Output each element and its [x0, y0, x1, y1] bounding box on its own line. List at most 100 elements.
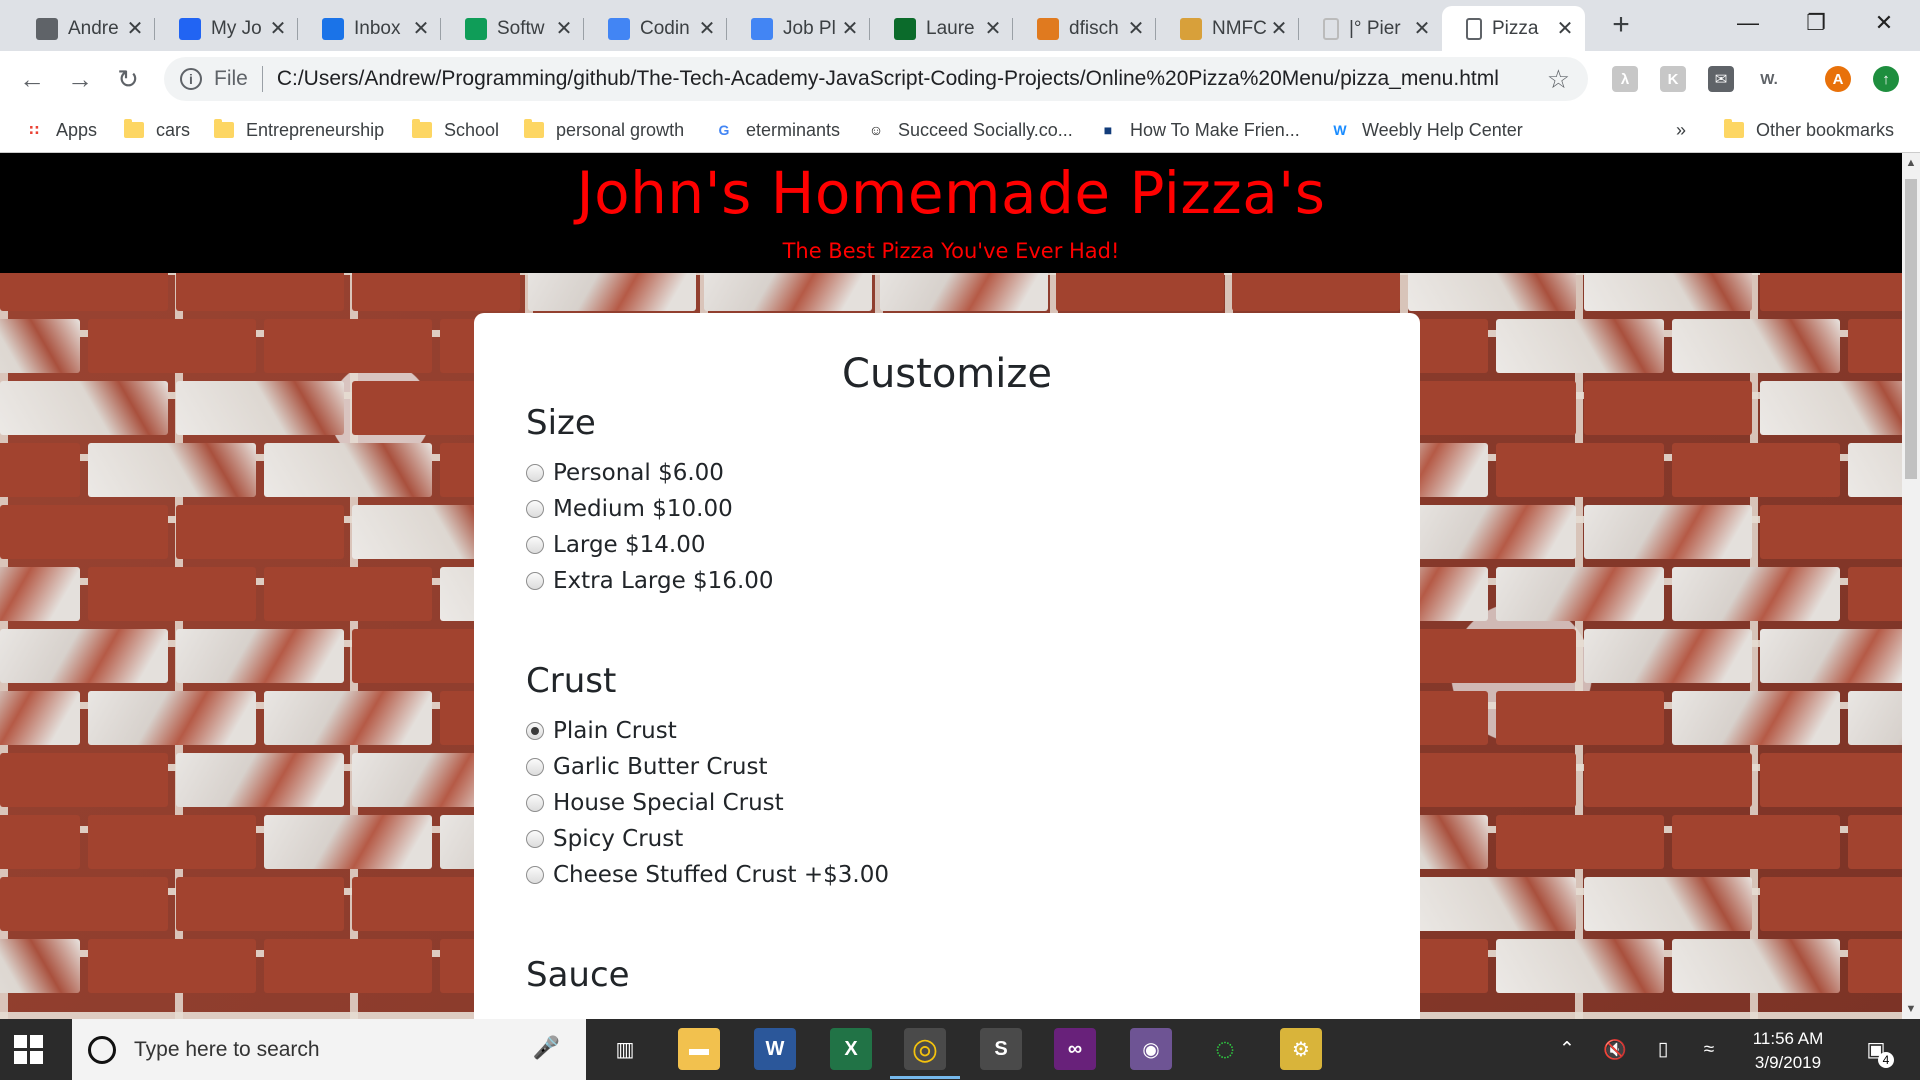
- volume-muted-icon[interactable]: 🔇: [1600, 1019, 1630, 1080]
- brick: [0, 505, 168, 559]
- address-bar[interactable]: i File C:/Users/Andrew/Programming/githu…: [164, 57, 1588, 101]
- radio-button[interactable]: [526, 866, 544, 884]
- browser-tab[interactable]: My Jo ✕: [155, 6, 298, 51]
- bookmark-item[interactable]: personal growth: [524, 115, 684, 145]
- radio-option[interactable]: Personal $6.00: [526, 455, 1368, 491]
- bookmarks-overflow-button[interactable]: »: [1676, 115, 1686, 145]
- bookmark-item[interactable]: cars: [124, 115, 190, 145]
- microphone-icon[interactable]: 🎤: [533, 1035, 560, 1061]
- w-extension-icon[interactable]: W.: [1756, 66, 1782, 92]
- tab-title: My Jo: [211, 17, 262, 39]
- restore-button[interactable]: ❐: [1786, 6, 1846, 40]
- file-explorer-icon[interactable]: ▬: [678, 1028, 720, 1070]
- tab-close-icon[interactable]: ✕: [697, 16, 717, 41]
- tab-close-icon[interactable]: ✕: [1269, 16, 1289, 41]
- spinner-app-icon[interactable]: ◌: [1204, 1028, 1246, 1070]
- new-tab-button[interactable]: +: [1606, 8, 1636, 42]
- update-arrow-icon[interactable]: ↑: [1873, 66, 1899, 92]
- radio-button[interactable]: [526, 464, 544, 482]
- profile-avatar[interactable]: A: [1825, 66, 1851, 92]
- bookmark-item[interactable]: ∷ Apps: [24, 115, 97, 145]
- radio-option[interactable]: Large $14.00: [526, 527, 1368, 563]
- bookmark-star-icon[interactable]: ☆: [1547, 64, 1570, 95]
- folder-icon: [1724, 119, 1744, 138]
- info-icon[interactable]: i: [180, 68, 202, 90]
- github-desktop-icon[interactable]: ◉: [1130, 1028, 1172, 1070]
- brick: [0, 443, 80, 497]
- radio-button[interactable]: [526, 572, 544, 590]
- reload-icon[interactable]: ↻: [110, 61, 146, 97]
- task-view-icon[interactable]: ▥: [604, 1028, 646, 1070]
- browser-tab[interactable]: dfisch ✕: [1013, 6, 1156, 51]
- forward-arrow-icon[interactable]: →: [62, 61, 98, 97]
- browser-tab[interactable]: Softw ✕: [441, 6, 584, 51]
- windows-start-icon[interactable]: [14, 1035, 44, 1065]
- bookmark-item[interactable]: ☺ Succeed Socially.co...: [866, 115, 1073, 145]
- wifi-icon[interactable]: ≈: [1694, 1019, 1724, 1080]
- tab-close-icon[interactable]: ✕: [554, 16, 574, 41]
- sql-tool-icon[interactable]: ⚙: [1280, 1028, 1322, 1070]
- radio-button[interactable]: [526, 758, 544, 776]
- taskbar-clock[interactable]: 11:56 AM 3/9/2019: [1740, 1027, 1836, 1075]
- tab-close-icon[interactable]: ✕: [1412, 16, 1432, 41]
- radio-button[interactable]: [526, 830, 544, 848]
- radio-option[interactable]: Spicy Crust: [526, 821, 1368, 857]
- tab-close-icon[interactable]: ✕: [125, 16, 145, 41]
- acrobat-extension-icon[interactable]: λ: [1612, 66, 1638, 92]
- radio-option[interactable]: Plain Crust: [526, 713, 1368, 749]
- sublime-text-icon[interactable]: S: [980, 1028, 1022, 1070]
- bookmark-item[interactable]: Entrepreneurship: [214, 115, 384, 145]
- radio-option[interactable]: House Special Crust: [526, 785, 1368, 821]
- action-center-icon[interactable]: ▣ 4: [1856, 1019, 1896, 1080]
- tab-close-icon[interactable]: ✕: [1555, 16, 1575, 41]
- browser-tab[interactable]: Laure ✕: [870, 6, 1013, 51]
- brick: [1848, 567, 1902, 621]
- scrollbar-thumb[interactable]: [1905, 179, 1917, 479]
- tab-close-icon[interactable]: ✕: [411, 16, 431, 41]
- browser-tab[interactable]: Codin ✕: [584, 6, 727, 51]
- back-arrow-icon[interactable]: ←: [14, 61, 50, 97]
- k-extension-icon[interactable]: K: [1660, 66, 1686, 92]
- page-scrollbar[interactable]: ▲ ▼: [1902, 153, 1920, 1019]
- bookmark-item[interactable]: W Weebly Help Center: [1330, 115, 1522, 145]
- browser-tab[interactable]: Pizza ✕: [1442, 6, 1585, 51]
- bookmarks-bar: ∷ Apps cars Entrepreneurship School personal …: [0, 107, 1920, 153]
- minimize-button[interactable]: —: [1718, 6, 1778, 40]
- browser-tab[interactable]: Job Pl ✕: [727, 6, 870, 51]
- close-window-button[interactable]: ✕: [1854, 6, 1914, 40]
- tab-close-icon[interactable]: ✕: [983, 16, 1003, 41]
- radio-option[interactable]: Cheese Stuffed Crust +$3.00: [526, 857, 1368, 893]
- radio-button[interactable]: [526, 722, 544, 740]
- tray-chevron-icon[interactable]: ⌃: [1552, 1019, 1582, 1080]
- browser-tab[interactable]: |° Pier ✕: [1299, 6, 1442, 51]
- brick: [176, 753, 344, 807]
- radio-button[interactable]: [526, 794, 544, 812]
- mail-extension-icon[interactable]: ✉: [1708, 66, 1734, 92]
- radio-label: Medium $10.00: [553, 496, 733, 522]
- browser-tab[interactable]: NMFC ✕: [1156, 6, 1299, 51]
- radio-button[interactable]: [526, 536, 544, 554]
- address-url[interactable]: C:/Users/Andrew/Programming/github/The-T…: [277, 67, 1499, 91]
- tab-close-icon[interactable]: ✕: [268, 16, 288, 41]
- scroll-up-arrow-icon[interactable]: ▲: [1902, 157, 1920, 169]
- radio-option[interactable]: Medium $10.00: [526, 491, 1368, 527]
- scroll-down-arrow-icon[interactable]: ▼: [1902, 1003, 1920, 1015]
- radio-button[interactable]: [526, 500, 544, 518]
- bookmark-item[interactable]: Geterminants: [714, 115, 841, 145]
- browser-tab[interactable]: Andre ✕: [12, 6, 155, 51]
- tab-close-icon[interactable]: ✕: [840, 16, 860, 41]
- radio-label: Cheese Stuffed Crust +$3.00: [553, 862, 890, 888]
- radio-option[interactable]: Garlic Butter Crust: [526, 749, 1368, 785]
- excel-icon[interactable]: X: [830, 1028, 872, 1070]
- word-icon[interactable]: W: [754, 1028, 796, 1070]
- bookmark-item[interactable]: ■ How To Make Frien...: [1098, 115, 1300, 145]
- visual-studio-icon[interactable]: ∞: [1054, 1028, 1096, 1070]
- browser-tab[interactable]: Inbox ✕: [298, 6, 441, 51]
- other-bookmarks[interactable]: Other bookmarks: [1724, 115, 1894, 145]
- chrome-icon[interactable]: ◎: [890, 1028, 960, 1079]
- taskbar-search[interactable]: Type here to search 🎤: [72, 1019, 586, 1080]
- bookmark-item[interactable]: School: [412, 115, 499, 145]
- tab-close-icon[interactable]: ✕: [1126, 16, 1146, 41]
- radio-option[interactable]: Extra Large $16.00: [526, 563, 1368, 599]
- battery-icon[interactable]: ▯: [1648, 1019, 1678, 1080]
